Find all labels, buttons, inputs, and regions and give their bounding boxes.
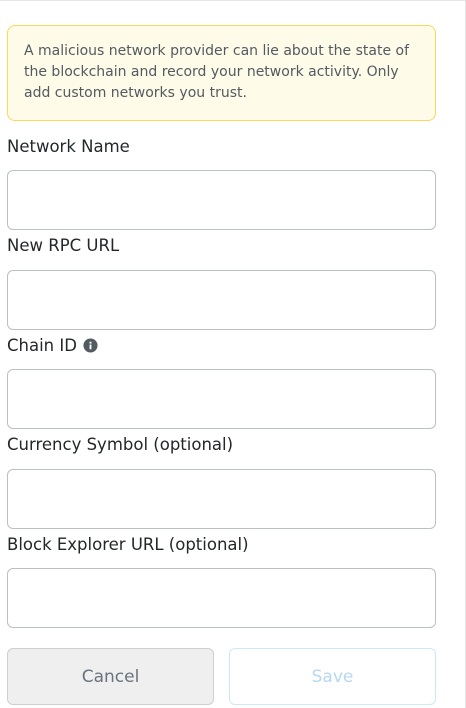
warning-banner: A malicious network provider can lie abo… <box>7 25 436 121</box>
rpc-url-label: New RPC URL <box>7 236 120 255</box>
network-name-input[interactable] <box>7 170 436 230</box>
info-icon[interactable] <box>83 338 98 353</box>
block-explorer-input[interactable] <box>7 568 436 628</box>
cancel-button[interactable]: Cancel <box>7 648 214 705</box>
currency-symbol-label: Currency Symbol (optional) <box>7 435 234 454</box>
save-button[interactable]: Save <box>229 648 436 705</box>
chain-id-input[interactable] <box>7 369 436 429</box>
currency-symbol-input[interactable] <box>7 469 436 529</box>
chain-id-label: Chain ID <box>7 336 98 355</box>
rpc-url-input[interactable] <box>7 270 436 330</box>
warning-text: A malicious network provider can lie abo… <box>24 43 409 101</box>
block-explorer-label: Block Explorer URL (optional) <box>7 535 249 554</box>
network-name-label: Network Name <box>7 137 130 156</box>
add-network-form: A malicious network provider can lie abo… <box>0 0 466 708</box>
